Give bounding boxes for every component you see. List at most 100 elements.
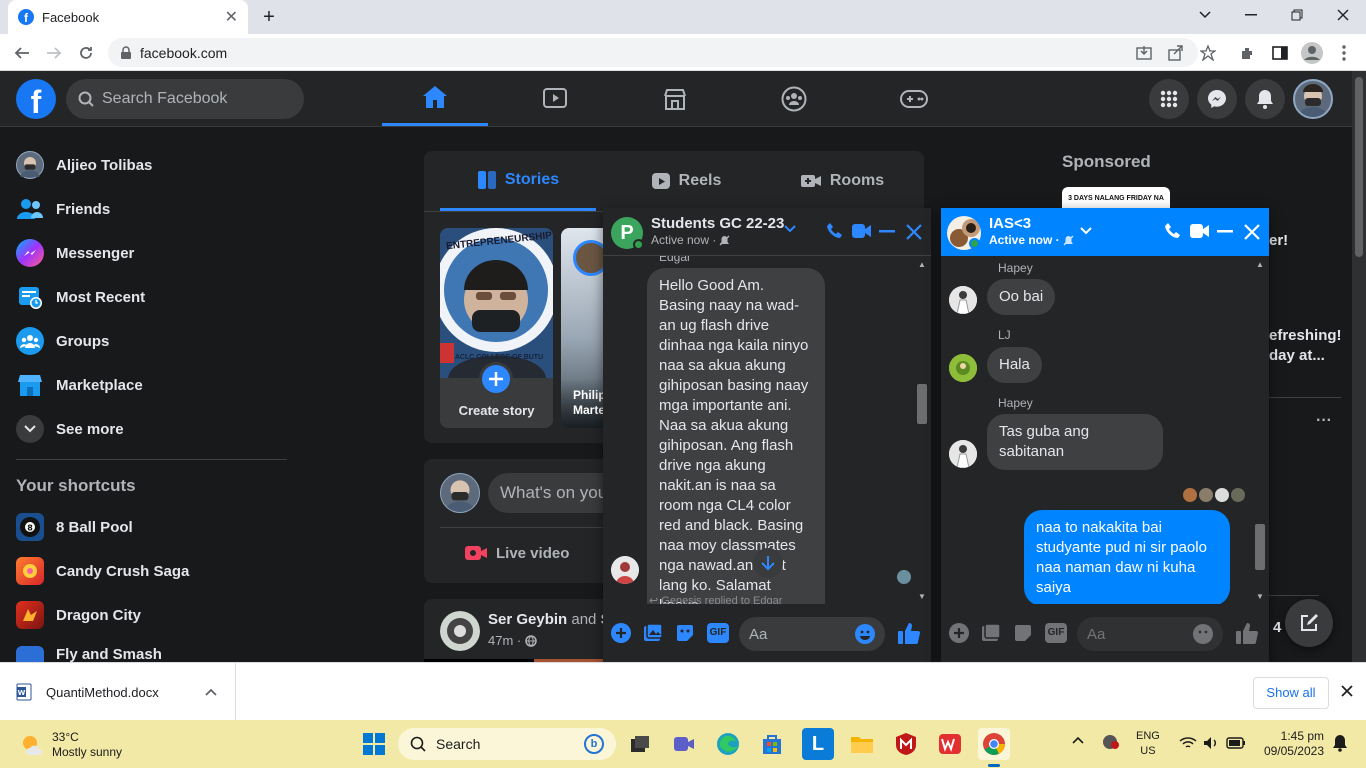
emoji-icon[interactable]	[855, 624, 875, 644]
chat-title[interactable]: IAS<3	[989, 215, 1031, 232]
omnibox[interactable]: facebook.com	[108, 38, 1198, 67]
post-time[interactable]: 47m ·	[488, 633, 521, 648]
taskbar-search[interactable]: Search b	[398, 728, 616, 760]
language-indicator[interactable]: ENG US	[1136, 729, 1160, 759]
sidebar-item-most-recent[interactable]: Most Recent	[0, 275, 300, 319]
wps-office-icon[interactable]	[934, 728, 966, 760]
task-view-icon[interactable]	[624, 728, 656, 760]
sender-avatar[interactable]	[949, 286, 977, 314]
new-message-button[interactable]	[1285, 599, 1333, 647]
messenger-button[interactable]	[1197, 79, 1237, 119]
video-call-icon[interactable]	[1190, 223, 1210, 239]
nav-home[interactable]	[382, 71, 488, 126]
post-author-avatar[interactable]	[440, 611, 480, 651]
minimize-icon[interactable]	[1228, 0, 1274, 30]
install-icon[interactable]	[1132, 41, 1156, 65]
sender-avatar[interactable]	[611, 556, 639, 584]
show-all-button[interactable]: Show all	[1253, 677, 1329, 709]
side-panel-icon[interactable]	[1268, 41, 1292, 65]
sender-avatar[interactable]	[949, 354, 977, 382]
chrome-icon[interactable]	[978, 728, 1010, 760]
nav-groups[interactable]	[741, 71, 847, 126]
chat-scrollbar[interactable]: ▲ ▼	[1253, 260, 1267, 602]
emoji-icon[interactable]	[1193, 624, 1213, 644]
video-call-icon[interactable]	[852, 223, 872, 239]
share-icon[interactable]	[1164, 41, 1188, 65]
app-l-icon[interactable]: L	[802, 728, 834, 760]
own-message-bubble[interactable]: naa to nakakita bai studyante pud ni sir…	[1024, 510, 1230, 604]
new-tab-icon[interactable]: +	[258, 6, 280, 28]
tab-reels[interactable]: Reels	[608, 151, 764, 211]
start-button[interactable]	[358, 728, 390, 760]
sidebar-item-groups[interactable]: Groups	[0, 319, 300, 363]
download-item[interactable]: W QuantiMethod.docx	[0, 663, 236, 721]
microsoft-store-icon[interactable]	[756, 728, 788, 760]
mcafee-icon[interactable]	[890, 728, 922, 760]
shortcut-dragon-city[interactable]: Dragon City	[0, 593, 300, 637]
clock[interactable]: 1:45 pm 09/05/2023	[1258, 729, 1324, 759]
photo-icon[interactable]	[643, 623, 663, 643]
close-chat-icon[interactable]	[906, 224, 922, 240]
show-hidden-icons-chevron-icon[interactable]	[1072, 736, 1084, 744]
chat-scrollbar[interactable]: ▲ ▼	[915, 260, 929, 602]
message-bubble[interactable]: Oo bai	[987, 279, 1056, 315]
gif-icon[interactable]: GIF	[707, 623, 729, 643]
shortcut-fly-and-smash[interactable]: Fly and Smash	[0, 637, 300, 662]
restore-icon[interactable]	[1274, 0, 1320, 30]
close-download-bar-icon[interactable]	[1340, 684, 1354, 698]
account-avatar[interactable]	[1293, 79, 1333, 119]
notifications-button[interactable]	[1245, 79, 1285, 119]
edge-browser-icon[interactable]	[712, 728, 744, 760]
sidebar-item-messenger[interactable]: Messenger	[0, 231, 300, 275]
browser-tab[interactable]: f Facebook ✕	[8, 0, 248, 34]
search-input[interactable]: Search Facebook	[66, 79, 304, 119]
sidebar-item-friends[interactable]: Friends	[0, 187, 300, 231]
post-author[interactable]: Ser Geybin	[488, 611, 567, 628]
shortcut-8-ball-pool[interactable]: 8 8 Ball Pool	[0, 505, 300, 549]
close-chat-icon[interactable]	[1244, 224, 1260, 240]
nav-marketplace[interactable]	[622, 71, 728, 126]
minimize-chat-icon[interactable]	[1217, 230, 1233, 233]
see-more-button[interactable]: See more	[0, 407, 300, 451]
chat-options-chevron-icon[interactable]	[784, 225, 796, 233]
close-window-icon[interactable]	[1320, 0, 1366, 30]
sidebar-item-marketplace[interactable]: Marketplace	[0, 363, 300, 407]
create-story-card[interactable]: ENTREPRENEURSHIP ACLC COLLEGE OF BUTU Cr…	[440, 228, 553, 428]
gif-icon[interactable]: GIF	[1045, 623, 1067, 643]
like-thumb-icon[interactable]	[1235, 621, 1259, 645]
tab-rooms[interactable]: Rooms	[764, 151, 920, 211]
tab-stories[interactable]: Stories	[440, 151, 596, 211]
message-bubble[interactable]: Hala	[987, 347, 1042, 383]
page-scrollbar[interactable]	[1352, 71, 1366, 662]
wifi-icon[interactable]	[1179, 736, 1197, 750]
plus-icon[interactable]	[479, 362, 513, 396]
facebook-logo-icon[interactable]: f	[16, 79, 56, 120]
live-video-button[interactable]: Live video	[464, 537, 569, 569]
chat-title[interactable]: Students GC 22-23	[651, 215, 784, 232]
plus-circle-icon[interactable]	[611, 623, 631, 643]
close-tab-icon[interactable]: ✕	[225, 7, 238, 27]
chevron-up-icon[interactable]	[205, 688, 217, 696]
antivirus-tray-icon[interactable]	[1102, 734, 1120, 750]
extensions-icon[interactable]	[1236, 41, 1260, 65]
battery-icon[interactable]	[1226, 737, 1246, 749]
message-bubble[interactable]: Tas guba ang sabitanan	[987, 414, 1163, 470]
back-arrow-icon[interactable]	[10, 41, 34, 65]
file-explorer-icon[interactable]	[846, 728, 878, 760]
reload-icon[interactable]	[74, 41, 98, 65]
photo-icon[interactable]	[981, 623, 1001, 643]
message-input[interactable]: Aa	[739, 617, 885, 651]
sticker-icon[interactable]	[675, 623, 695, 643]
sticker-icon[interactable]	[1013, 623, 1033, 643]
menu-grid-button[interactable]	[1149, 79, 1189, 119]
nav-gaming[interactable]	[861, 71, 967, 126]
minimize-chat-icon[interactable]	[879, 230, 895, 233]
bookmark-star-icon[interactable]	[1196, 41, 1220, 65]
forward-arrow-icon[interactable]	[42, 41, 66, 65]
scroll-to-bottom-button[interactable]	[753, 548, 783, 578]
more-options-icon[interactable]: ···	[1316, 412, 1332, 430]
profile-icon[interactable]	[1300, 41, 1324, 65]
like-thumb-icon[interactable]	[897, 621, 921, 645]
sender-avatar[interactable]	[949, 440, 977, 468]
message-bubble[interactable]: Hello Good Am. Basing naay na wad-an ug …	[647, 268, 825, 604]
